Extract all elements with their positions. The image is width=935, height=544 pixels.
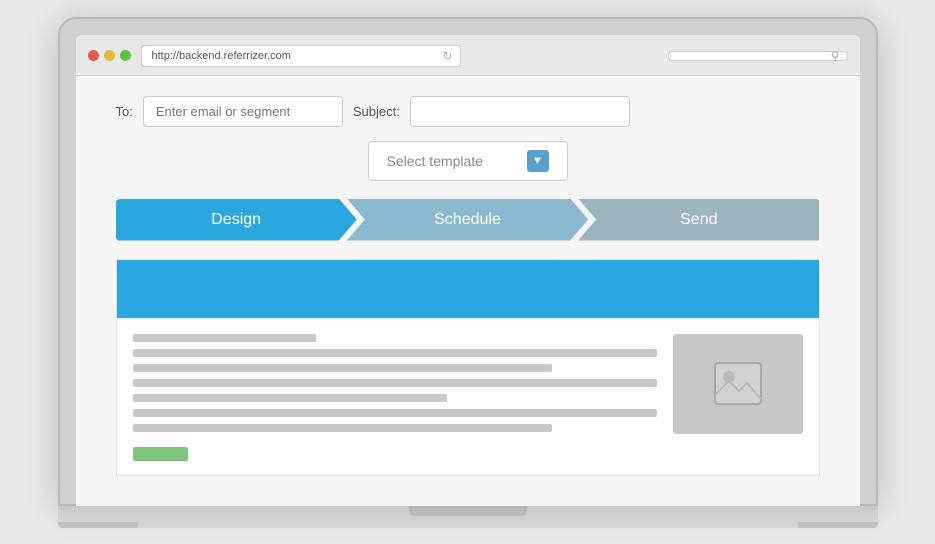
preview-line-1 xyxy=(133,334,316,342)
steps-bar: Design Schedule Send xyxy=(116,199,820,241)
subject-input[interactable] xyxy=(410,96,630,127)
preview-body xyxy=(117,318,819,475)
to-label: To: xyxy=(116,104,133,119)
step-design-label: Design xyxy=(211,211,261,229)
laptop-base xyxy=(58,506,878,528)
subject-label: Subject: xyxy=(353,104,400,119)
step-send-label: Send xyxy=(680,211,717,229)
minimize-dot[interactable] xyxy=(104,50,115,61)
preview-cta-button xyxy=(133,447,188,461)
chevron-down-icon: ▼ xyxy=(527,150,549,172)
close-dot[interactable] xyxy=(88,50,99,61)
search-icon[interactable]: ⚲ xyxy=(831,49,840,63)
preview-image-placeholder xyxy=(673,334,803,434)
address-bar[interactable]: http://backend.referrizer.com ↻ xyxy=(141,45,461,67)
to-input[interactable] xyxy=(143,96,343,127)
preview-line-4 xyxy=(133,379,657,387)
template-select-row: Select template ▼ xyxy=(116,141,820,181)
template-select-button[interactable]: Select template ▼ xyxy=(368,141,568,181)
step-send[interactable]: Send xyxy=(578,199,819,241)
preview-line-2 xyxy=(133,349,657,357)
step-design[interactable]: Design xyxy=(116,199,357,241)
laptop-screen-inner: http://backend.referrizer.com ↻ ⚲ To: Su… xyxy=(76,35,860,506)
preview-line-7 xyxy=(133,424,552,432)
step-schedule-label: Schedule xyxy=(434,211,501,229)
template-select-label: Select template xyxy=(387,153,484,169)
preview-header-bar xyxy=(117,260,819,318)
preview-line-5 xyxy=(133,394,447,402)
browser-dots xyxy=(88,50,131,61)
browser-chrome: http://backend.referrizer.com ↻ ⚲ xyxy=(76,35,860,76)
laptop-notch xyxy=(408,506,528,516)
email-form-row: To: Subject: xyxy=(116,96,820,127)
preview-line-3 xyxy=(133,364,552,372)
maximize-dot[interactable] xyxy=(120,50,131,61)
laptop-mockup: http://backend.referrizer.com ↻ ⚲ To: Su… xyxy=(58,17,878,528)
browser-content: To: Subject: Select template ▼ Design xyxy=(76,76,860,506)
search-bar[interactable]: ⚲ xyxy=(668,51,848,61)
preview-text-column xyxy=(133,334,657,461)
refresh-icon[interactable]: ↻ xyxy=(442,49,452,63)
laptop-foot-right xyxy=(798,522,878,528)
email-preview xyxy=(116,259,820,476)
laptop-foot-left xyxy=(58,522,138,528)
address-bar-text: http://backend.referrizer.com xyxy=(152,50,291,62)
step-schedule[interactable]: Schedule xyxy=(347,199,588,241)
preview-line-6 xyxy=(133,409,657,417)
laptop-screen-outer: http://backend.referrizer.com ↻ ⚲ To: Su… xyxy=(58,17,878,506)
